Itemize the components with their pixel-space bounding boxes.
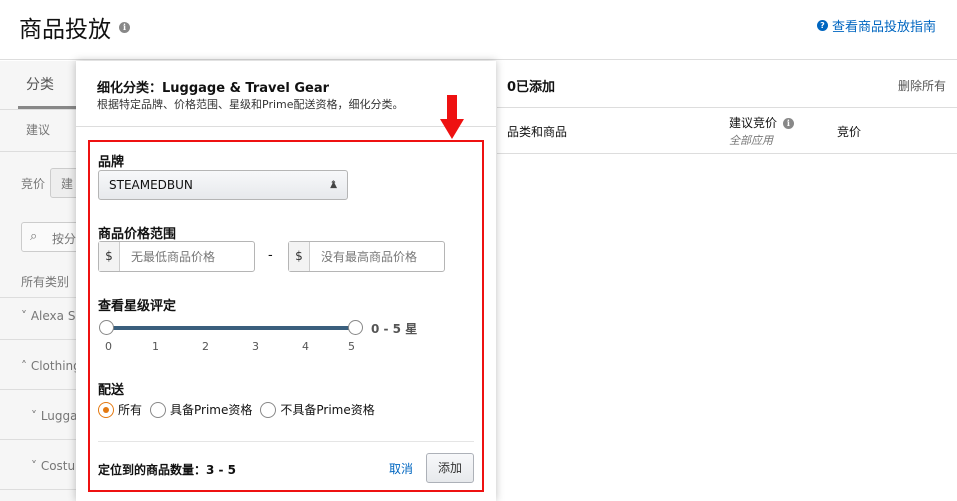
rating-slider-max-handle[interactable] (348, 320, 363, 335)
bid-input-text: 建 (61, 177, 74, 191)
tab-category[interactable]: 分类 (26, 74, 54, 94)
page-title: 商品投放 (19, 17, 111, 43)
rating-slider-track[interactable] (106, 326, 356, 330)
delete-all-link[interactable]: 删除所有 (898, 77, 946, 94)
page-header: 商品投放 i ? 查看商品投放指南 (0, 0, 957, 60)
category-search-input[interactable]: ⌕ 按分 (21, 222, 81, 252)
popover-subtitle: 根据特定品牌、价格范围、星级和Prime配送资格，细化分类。 (97, 98, 404, 111)
shipping-radio-group: 所有 具备Prime资格 不具备Prime资格 (98, 401, 383, 418)
add-button[interactable]: 添加 (426, 453, 474, 483)
radio[interactable] (260, 401, 277, 418)
tree-item-alexa[interactable]: ˅ Alexa Sk (21, 309, 82, 323)
shipping-option-prime[interactable]: 具备Prime资格 (150, 401, 252, 418)
tree-item-costume[interactable]: ˅ Costu (31, 459, 75, 473)
price-range-label: 商品价格范围 (98, 227, 177, 242)
brand-select[interactable]: STEAMEDBUN ▲ ⇕ (98, 170, 348, 200)
min-price-field: $ (98, 241, 255, 272)
shipping-option-non-prime[interactable]: 不具备Prime资格 (260, 401, 375, 418)
info-icon[interactable]: i (782, 118, 794, 129)
refine-category-popover: 细化分类：Luggage & Travel Gear 根据特定品牌、价格范围、星… (76, 61, 496, 501)
cancel-link[interactable]: 取消 (389, 460, 413, 477)
col-header-suggested-bid: 建议竞价 i (729, 114, 794, 131)
red-arrow-annotation (440, 95, 464, 139)
divider (98, 441, 474, 442)
bid-label: 竞价 (21, 177, 46, 191)
currency-prefix: $ (99, 242, 120, 271)
currency-prefix: $ (289, 242, 310, 271)
min-price-input[interactable] (121, 242, 253, 271)
shipping-option-all[interactable]: 所有 (98, 401, 142, 418)
tree-item-luggage[interactable]: ˅ Lugga (31, 409, 78, 423)
range-separator: - (268, 248, 273, 263)
added-table-header: 品类和商品 建议竞价 i 全部应用 竞价 (497, 107, 957, 154)
max-price-input[interactable] (311, 242, 443, 271)
brand-select-value: STEAMEDBUN (109, 178, 193, 192)
guide-link-label: 查看商品投放指南 (831, 20, 936, 35)
shipping-label: 配送 (98, 383, 125, 398)
slider-tick: 3 (252, 340, 259, 353)
popover-title: 细化分类：Luggage & Travel Gear (97, 81, 330, 96)
suggest-label: 建议 (26, 123, 51, 137)
slider-tick: 1 (152, 340, 159, 353)
divider (76, 126, 496, 127)
slider-tick: 2 (202, 340, 209, 353)
search-icon: ⌕ (30, 229, 38, 244)
guide-link[interactable]: ? 查看商品投放指南 (816, 16, 936, 35)
slider-tick: 4 (302, 340, 309, 353)
added-panel: 0已添加 删除所有 品类和商品 建议竞价 i 全部应用 竞价 (497, 61, 957, 501)
col-header-category: 品类和商品 (507, 125, 568, 139)
rating-range-value: 0 - 5 星 (371, 322, 418, 336)
rating-label: 查看星级评定 (98, 299, 177, 314)
slider-tick: 0 (105, 340, 112, 353)
rating-slider-min-handle[interactable] (99, 320, 114, 335)
slider-tick: 5 (348, 340, 355, 353)
radio-selected[interactable] (98, 401, 114, 418)
radio[interactable] (150, 401, 167, 418)
added-count: 0已添加 (507, 80, 556, 95)
info-icon[interactable]: i (119, 22, 130, 33)
max-price-field: $ (288, 241, 445, 272)
apply-all-link[interactable]: 全部应用 (729, 132, 773, 148)
matched-product-count: 定位到的商品数量：3 - 5 (98, 463, 237, 477)
col-header-bid: 竞价 (837, 125, 862, 139)
brand-label: 品牌 (98, 155, 125, 170)
help-icon: ? (816, 20, 828, 31)
search-placeholder: 按分 (52, 232, 77, 246)
tree-item-clothing[interactable]: ˄ Clothing (21, 359, 81, 373)
all-categories-label: 所有类别 (21, 275, 70, 289)
select-arrows-icon: ⇕ (329, 180, 337, 190)
